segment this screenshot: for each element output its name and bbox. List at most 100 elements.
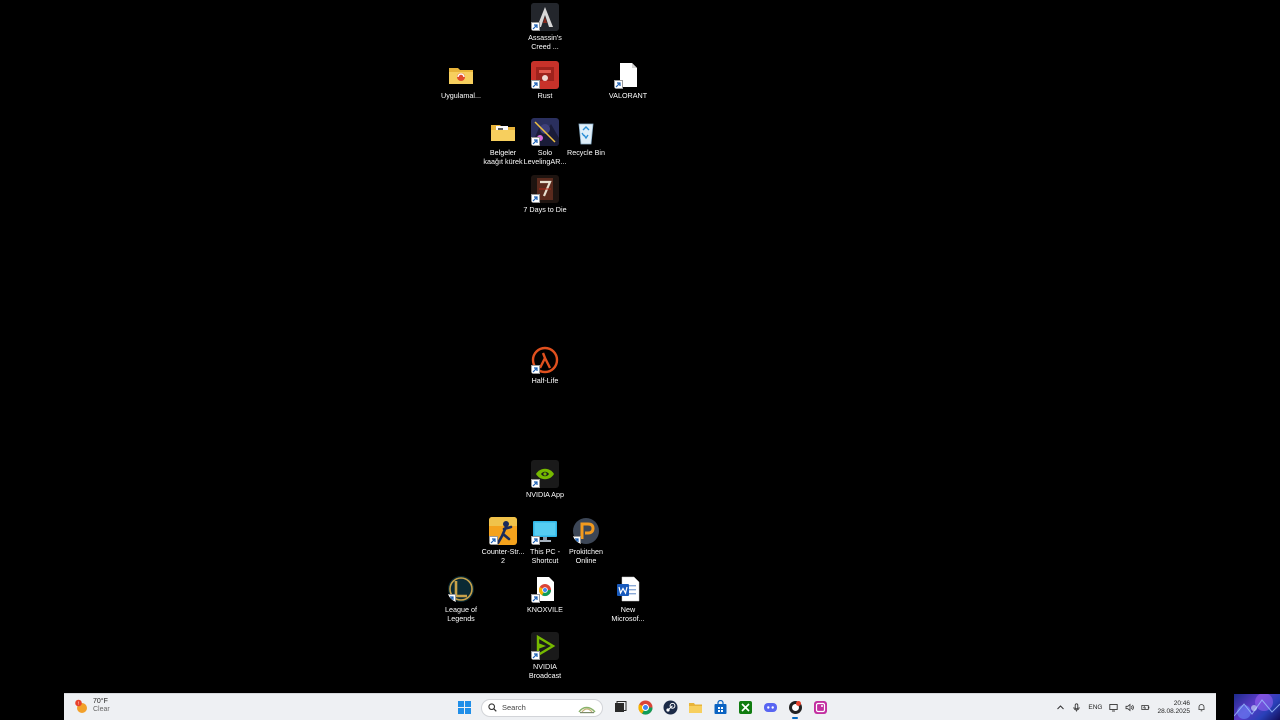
shortcut-arrow-icon xyxy=(447,594,456,603)
weather-sun-icon: ! xyxy=(74,699,89,714)
search-placeholder: Search xyxy=(502,703,526,712)
desktop-icon-label: New Microsof... xyxy=(611,605,645,623)
battery-icon[interactable] xyxy=(1141,703,1150,712)
shortcut-arrow-icon xyxy=(531,594,540,603)
desktop-icon-label: VALORANT xyxy=(608,91,648,100)
desktop-icon-league-of-legends[interactable]: League of Legends xyxy=(431,575,491,623)
folder-icon xyxy=(489,118,517,146)
desktop-icon-valorant[interactable]: VALORANT xyxy=(598,61,658,100)
clock-date: 28.08.2025 xyxy=(1157,707,1190,715)
xbox-button[interactable] xyxy=(737,700,753,716)
nvidia-broadcast-icon xyxy=(531,632,559,660)
word-document-icon xyxy=(614,575,642,603)
volume-icon[interactable] xyxy=(1125,703,1135,712)
desktop-icon-half-life[interactable]: Half-Life xyxy=(515,346,575,385)
clock-time: 20:46 xyxy=(1173,699,1190,707)
desktop-icon-new-word-document[interactable]: New Microsof... xyxy=(598,575,658,623)
folder-icon xyxy=(688,703,702,713)
desktop-icon-recycle-bin[interactable]: Recycle Bin xyxy=(556,118,616,157)
desktop-icon-prokitchen[interactable]: Prokitchen Online xyxy=(556,517,616,565)
desktop-icon-nvidia-broadcast[interactable]: NVIDIA Broadcast xyxy=(515,632,575,680)
assassins-creed-icon xyxy=(531,3,559,31)
file-explorer-button[interactable] xyxy=(687,700,703,716)
rust-icon xyxy=(531,61,559,89)
league-of-legends-icon xyxy=(447,575,475,603)
chrome-button[interactable] xyxy=(637,700,653,716)
blank-file-icon xyxy=(614,61,642,89)
nvidia-icon xyxy=(531,460,559,488)
shortcut-arrow-icon xyxy=(614,80,623,89)
shortcut-arrow-icon xyxy=(531,22,540,31)
desktop-icon-label: Prokitchen Online xyxy=(569,547,603,565)
system-tray: ENG 20:46 28.08.2025 xyxy=(1056,697,1206,718)
desktop-icon-label: KNOXVILE xyxy=(527,605,563,614)
search-icon xyxy=(488,703,497,712)
desktop-icon-assassins-creed[interactable]: Assassin's Creed ... xyxy=(515,3,575,51)
desktop-icon-7-days-to-die[interactable]: 7 Days to Die xyxy=(515,175,575,214)
counter-strike-icon xyxy=(489,517,517,545)
weather-widget[interactable]: ! 70°F Clear xyxy=(74,698,110,714)
desktop-icon-label: Recycle Bin xyxy=(567,148,605,157)
shortcut-arrow-icon xyxy=(531,536,540,545)
desktop-icon-label: Uygulamal... xyxy=(441,91,481,100)
chrome-icon xyxy=(637,700,653,715)
monitor-icon xyxy=(531,517,559,545)
solo-leveling-icon xyxy=(531,118,559,146)
notification-bell-icon[interactable] xyxy=(1197,703,1206,712)
search-highlight-icon xyxy=(578,706,596,713)
task-view-button[interactable] xyxy=(612,700,628,716)
windows-icon xyxy=(457,701,471,714)
active-indicator xyxy=(792,716,798,719)
store-icon xyxy=(714,700,726,714)
weather-condition: Clear xyxy=(93,706,110,713)
corner-thumbnail-image xyxy=(1234,694,1280,720)
taskbar-apps: Search xyxy=(456,697,828,719)
recycle-bin-icon xyxy=(572,118,600,146)
desktop-icon-label: Assassin's Creed ... xyxy=(528,33,562,51)
shortcut-arrow-icon xyxy=(531,651,540,660)
taskbar-search[interactable]: Search xyxy=(481,698,603,717)
weather-temperature: 70°F xyxy=(93,698,108,705)
seven-days-to-die-icon xyxy=(531,175,559,203)
chrome-file-icon xyxy=(531,575,559,603)
desktop-icon-nvidia-app[interactable]: NVIDIA App xyxy=(515,460,575,499)
shortcut-arrow-icon xyxy=(531,365,540,374)
shortcut-arrow-icon xyxy=(531,194,540,203)
desktop-icon-rust[interactable]: Rust xyxy=(515,61,575,100)
desktop-icon-label: League of Legends xyxy=(445,605,477,623)
shortcut-arrow-icon xyxy=(489,536,498,545)
show-hidden-icons-button[interactable] xyxy=(1056,703,1065,712)
photos-button[interactable] xyxy=(812,700,828,716)
shortcut-arrow-icon xyxy=(531,137,540,146)
clock[interactable]: 20:46 28.08.2025 xyxy=(1157,700,1190,716)
desktop-icon-knoxvile[interactable]: KNOXVILE xyxy=(515,575,575,614)
xbox-icon xyxy=(738,701,752,714)
desktop-icon-label: 7 Days to Die xyxy=(523,205,567,214)
weather-alert-badge: ! xyxy=(78,700,79,705)
desktop-icon-label: NVIDIA App xyxy=(526,490,564,499)
recorder-icon xyxy=(788,701,802,714)
desktop-icon-label: NVIDIA Broadcast xyxy=(528,662,562,680)
desktop-icon-label: Rust xyxy=(537,91,553,100)
half-life-icon xyxy=(531,346,559,374)
recorder-button[interactable] xyxy=(787,700,803,719)
steam-icon xyxy=(663,700,677,715)
language-indicator[interactable]: ENG xyxy=(1088,704,1102,711)
start-button[interactable] xyxy=(456,700,472,716)
shortcut-arrow-icon xyxy=(572,536,581,545)
network-icon[interactable] xyxy=(1109,703,1119,712)
prokitchen-icon xyxy=(572,517,600,545)
steam-button[interactable] xyxy=(662,700,678,716)
task-view-icon xyxy=(614,701,626,712)
microsoft-store-button[interactable] xyxy=(712,700,728,716)
folder-icon xyxy=(447,61,475,89)
desktop-icon-uygulamalar[interactable]: Uygulamal... xyxy=(431,61,491,100)
shortcut-arrow-icon xyxy=(531,80,540,89)
taskbar: ! 70°F Clear Search ENG 20:46 28.08.2025 xyxy=(64,693,1216,720)
discord-button[interactable] xyxy=(762,700,778,716)
microphone-icon[interactable] xyxy=(1072,703,1081,712)
shortcut-arrow-icon xyxy=(531,479,540,488)
desktop-icon-label: Half-Life xyxy=(531,376,559,385)
photos-icon xyxy=(813,701,827,714)
discord-icon xyxy=(763,703,777,712)
